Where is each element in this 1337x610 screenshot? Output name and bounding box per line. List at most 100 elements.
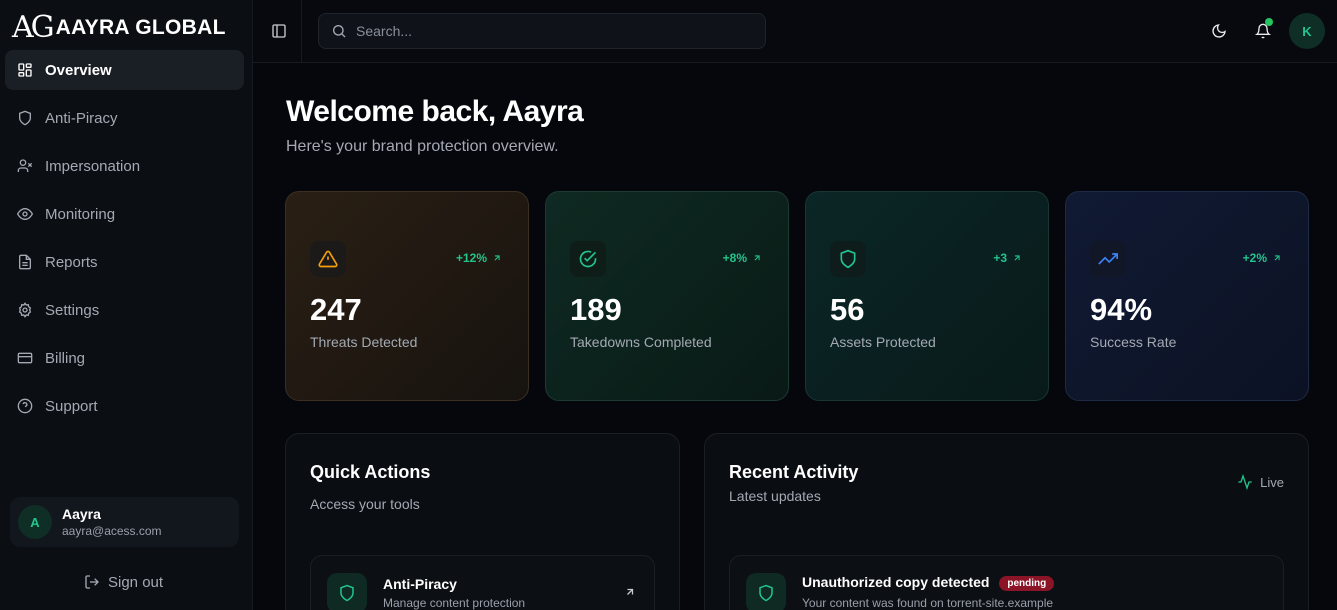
divider	[301, 0, 302, 63]
activity-icon	[1238, 474, 1252, 490]
sidebar-item-impersonation[interactable]: Impersonation	[5, 146, 244, 186]
stat-change-value: +2%	[1242, 251, 1267, 265]
arrow-up-right-icon	[1014, 255, 1020, 261]
stat-card-takedowns[interactable]: +8% 189 Takedowns Completed	[545, 191, 789, 401]
user-card[interactable]: A Aayra aayra@acess.com	[10, 497, 239, 547]
trending-up-icon	[1098, 253, 1118, 265]
sidebar-item-reports[interactable]: Reports	[5, 242, 244, 282]
panel-subtitle: Latest updates	[729, 488, 821, 504]
arrow-up-right-icon	[494, 255, 500, 261]
arrow-up-right-icon	[627, 588, 634, 595]
sidebar-item-billing[interactable]: Billing	[5, 338, 244, 378]
stat-icon-box	[830, 241, 866, 277]
notifications-button[interactable]	[1252, 18, 1274, 42]
activity-desc: Your content was found on torrent-site.e…	[802, 596, 1054, 610]
file-text-icon	[19, 254, 31, 270]
shield-icon	[340, 584, 354, 602]
moon-icon	[1212, 24, 1226, 38]
quick-action-desc: Manage content protection	[383, 596, 526, 610]
stat-label: Takedowns Completed	[570, 334, 712, 350]
sidebar-item-label: Overview	[45, 61, 112, 79]
eye-icon	[17, 207, 33, 221]
panel-title: Quick Actions	[310, 462, 431, 482]
brand-name: AAYRA GLOBAL	[55, 16, 226, 39]
user-name: Aayra	[62, 506, 101, 522]
stat-card-assets[interactable]: +3 56 Assets Protected	[805, 191, 1049, 401]
row-icon-box	[746, 573, 786, 610]
sidebar-item-support[interactable]: Support	[5, 386, 244, 426]
stat-card-threats[interactable]: +12% 247 Threats Detected	[285, 191, 529, 401]
alert-triangle-icon	[318, 250, 338, 268]
help-circle-icon	[17, 398, 33, 414]
check-circle-icon	[579, 250, 597, 268]
arrow-up-right-icon	[754, 255, 760, 261]
notification-dot	[1265, 18, 1273, 26]
avatar: A	[18, 505, 52, 539]
sidebar-item-settings[interactable]: Settings	[5, 290, 244, 330]
search-bar[interactable]	[318, 13, 766, 49]
brand-logo[interactable]: AG AAYRA GLOBAL	[12, 12, 226, 44]
log-out-icon	[85, 575, 99, 589]
theme-toggle-button[interactable]	[1208, 20, 1230, 42]
page-subtitle: Here's your brand protection overview.	[286, 138, 559, 155]
sidebar-item-label: Reports	[45, 253, 98, 271]
sidebar-item-label: Anti-Piracy	[45, 109, 118, 127]
stat-label: Threats Detected	[310, 334, 418, 350]
sign-out-label: Sign out	[108, 573, 164, 591]
stat-change: +3	[993, 251, 1022, 265]
stat-icon-box	[1090, 241, 1126, 277]
panel-left-icon	[272, 24, 286, 38]
stat-value: 94%	[1090, 292, 1153, 327]
sidebar-nav: Overview Anti-Piracy Impersonation Monit…	[5, 50, 244, 434]
credit-card-icon	[17, 352, 33, 364]
stat-icon-box	[570, 241, 606, 277]
recent-activity-panel: Recent Activity Latest updates Live Unau…	[704, 433, 1309, 610]
stat-card-success-rate[interactable]: +2% 94% Success Rate	[1065, 191, 1309, 401]
shield-icon	[840, 249, 856, 269]
brand-mark: AG	[12, 10, 55, 45]
shield-icon	[759, 584, 773, 602]
page-title: Welcome back, Aayra	[286, 95, 584, 128]
sidebar-item-monitoring[interactable]: Monitoring	[5, 194, 244, 234]
status-badge: pending	[999, 576, 1055, 591]
quick-action-anti-piracy[interactable]: Anti-Piracy Manage content protection	[310, 555, 655, 610]
quick-actions-panel: Quick Actions Access your tools Anti-Pir…	[285, 433, 680, 610]
stat-change-value: +3	[993, 251, 1007, 265]
stat-change-value: +8%	[722, 251, 747, 265]
sidebar-toggle-button[interactable]	[269, 21, 289, 41]
stat-icon-box	[310, 241, 346, 277]
sign-out-button[interactable]: Sign out	[84, 570, 163, 594]
arrow-up-right-icon	[1274, 255, 1280, 261]
activity-title: Unauthorized copy detected	[802, 574, 990, 590]
live-label: Live	[1260, 474, 1284, 490]
shield-icon	[19, 110, 31, 126]
stat-value: 189	[570, 292, 622, 327]
live-indicator: Live	[1237, 474, 1284, 490]
panel-subtitle: Access your tools	[310, 496, 420, 512]
activity-title-line: Unauthorized copy detected pending	[802, 574, 1055, 591]
user-info: Aayra aayra@acess.com	[62, 506, 162, 538]
sidebar-item-label: Support	[45, 397, 98, 415]
search-input[interactable]	[356, 23, 736, 39]
sidebar-item-overview[interactable]: Overview	[5, 50, 244, 90]
user-x-icon	[17, 159, 33, 172]
stat-change: +8%	[723, 251, 762, 265]
stat-value: 56	[830, 292, 865, 327]
activity-item[interactable]: Unauthorized copy detected pending Your …	[729, 555, 1284, 610]
sidebar: AG AAYRA GLOBAL Overview Anti-Piracy Imp…	[0, 0, 253, 610]
row-icon-box	[327, 573, 367, 610]
quick-action-title: Anti-Piracy	[383, 576, 457, 592]
stat-change: +2%	[1243, 251, 1282, 265]
sidebar-item-anti-piracy[interactable]: Anti-Piracy	[5, 98, 244, 138]
app-root: AG AAYRA GLOBAL Overview Anti-Piracy Imp…	[0, 0, 1337, 610]
stat-value: 247	[310, 292, 362, 327]
sidebar-item-label: Impersonation	[45, 157, 141, 175]
sidebar-item-label: Monitoring	[45, 205, 116, 223]
panel-title: Recent Activity	[729, 462, 859, 482]
stat-change-value: +12%	[455, 251, 487, 265]
top-bar: K	[253, 0, 1337, 63]
stat-label: Success Rate	[1090, 334, 1177, 350]
header-avatar[interactable]: K	[1289, 13, 1325, 49]
gear-icon	[18, 302, 32, 318]
user-email: aayra@acess.com	[62, 524, 162, 538]
